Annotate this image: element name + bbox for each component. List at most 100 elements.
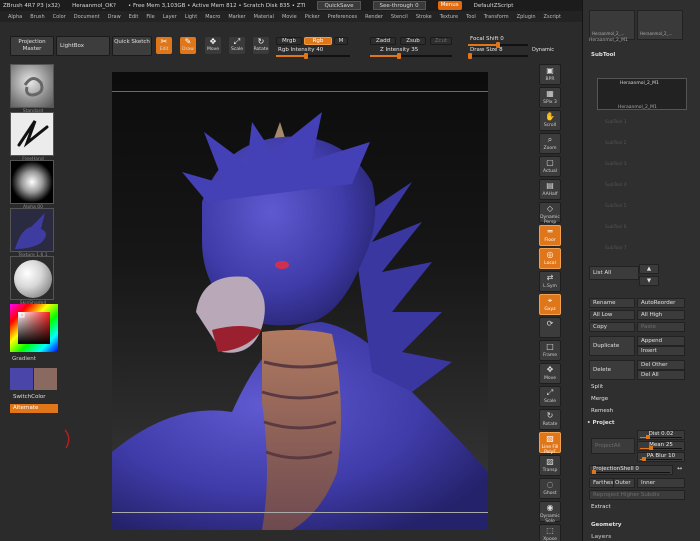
switch-color-button[interactable]: SwitchColor: [10, 393, 58, 402]
spix-button[interactable]: ▦ SPix 3: [539, 87, 561, 108]
draw-size-slider[interactable]: [468, 53, 528, 59]
transp-button[interactable]: ▨ Transp: [539, 455, 561, 476]
zoom-button[interactable]: ⌕ Zoom: [539, 133, 561, 154]
alternate-toggle[interactable]: Alternate: [10, 404, 58, 413]
rotate2-button[interactable]: ↻ Rotate: [539, 409, 561, 430]
merge-menu[interactable]: Merge: [591, 396, 608, 402]
menu-file[interactable]: File: [146, 14, 154, 20]
autoreorder-button[interactable]: AutoReorder: [637, 298, 685, 308]
menu-texture[interactable]: Texture: [440, 14, 458, 20]
texture-selector[interactable]: [10, 208, 54, 252]
rotate-button[interactable]: ⟳: [539, 317, 561, 338]
dist-slider[interactable]: Dist 0.02: [637, 430, 685, 440]
menu-preferences[interactable]: Preferences: [328, 14, 357, 20]
local-button[interactable]: ◎ Local: [539, 248, 561, 269]
menu-stencil[interactable]: Stencil: [391, 14, 408, 20]
list-all-button[interactable]: List All: [589, 266, 639, 280]
del-other-button[interactable]: Del Other: [637, 360, 685, 370]
zcut-toggle[interactable]: Zcut: [430, 37, 452, 45]
menu-document[interactable]: Document: [74, 14, 100, 20]
menu-picker[interactable]: Picker: [305, 14, 320, 20]
layers-menu[interactable]: Layers: [591, 534, 611, 540]
menu-edit[interactable]: Edit: [129, 14, 139, 20]
linefill-button[interactable]: ▧ Line Fill PolyF: [539, 432, 561, 455]
mrgb-toggle[interactable]: Mrgb: [276, 37, 302, 45]
xyz-button[interactable]: ⌖ Gxyz: [539, 294, 561, 315]
lsym-button[interactable]: ⇄ L.Sym: [539, 271, 561, 292]
insert-button[interactable]: Insert: [637, 346, 685, 356]
menu-render[interactable]: Render: [365, 14, 383, 20]
document-canvas[interactable]: [112, 72, 488, 530]
alpha-selector[interactable]: [10, 160, 54, 204]
focal-shift-slider[interactable]: [468, 42, 528, 48]
actual-button[interactable]: ▢ Actual: [539, 156, 561, 177]
xpose-button[interactable]: ⬚ Xpose: [539, 524, 561, 541]
solo-button[interactable]: ◉ Dynamic Solo: [539, 501, 561, 524]
menu-zplugin[interactable]: Zplugin: [517, 14, 536, 20]
menu-alpha[interactable]: Alpha: [8, 14, 22, 20]
subtool-slot[interactable]: SubTool 6: [599, 217, 685, 239]
scale-button[interactable]: ⤢ Scale: [229, 37, 245, 54]
gradient-label[interactable]: Gradient: [12, 356, 62, 362]
see-through-slider[interactable]: See-through 0: [372, 1, 426, 10]
subtool-slot[interactable]: SubTool 4: [599, 175, 685, 197]
frame-button[interactable]: □ Frame: [539, 340, 561, 361]
projection-master-button[interactable]: Projection Master: [10, 36, 54, 56]
menu-color[interactable]: Color: [53, 14, 66, 20]
menu-movie[interactable]: Movie: [282, 14, 297, 20]
floor-button[interactable]: ═ Floor: [539, 225, 561, 246]
move-up-button[interactable]: ▲: [639, 264, 659, 274]
quick-sketch-button[interactable]: Quick Sketch: [112, 36, 152, 56]
mean-knob[interactable]: [648, 446, 653, 450]
projection-shell-knob[interactable]: [592, 470, 596, 474]
duplicate-button[interactable]: Duplicate: [589, 336, 635, 356]
menu-draw[interactable]: Draw: [108, 14, 121, 20]
remesh-menu[interactable]: Remesh: [591, 408, 613, 414]
stroke-selector[interactable]: [10, 112, 54, 156]
lightbox-button[interactable]: LightBox: [56, 36, 110, 56]
subtool-slot[interactable]: SubTool 1: [599, 112, 685, 134]
menu-layer[interactable]: Layer: [163, 14, 177, 20]
append-button[interactable]: Append: [637, 336, 685, 346]
outer-toggle[interactable]: Outer: [613, 478, 635, 488]
scroll-button[interactable]: ✋ Scroll: [539, 110, 561, 131]
dynamic-toggle[interactable]: Dynamic: [532, 47, 554, 53]
menu-marker[interactable]: Marker: [228, 14, 245, 20]
m-toggle[interactable]: M: [334, 37, 348, 45]
reproject-higher-subdiv-button[interactable]: Reproject Higher Subdiv: [589, 490, 685, 500]
rgb-intensity-knob[interactable]: [303, 53, 308, 59]
menu-light[interactable]: Light: [185, 14, 197, 20]
pa-blur-knob[interactable]: [642, 457, 647, 461]
scale-button[interactable]: ⤢ Scale: [539, 386, 561, 407]
color-picker[interactable]: [10, 304, 58, 352]
extract-menu[interactable]: Extract: [591, 504, 611, 510]
tool-thumb-2[interactable]: Heraanmol_2_...: [637, 10, 683, 40]
menu-material[interactable]: Material: [254, 14, 274, 20]
ghost-button[interactable]: ◌ Ghost: [539, 478, 561, 499]
tool-thumb-1[interactable]: Heraanmol_2_...: [589, 10, 635, 40]
z-intensity-slider[interactable]: [370, 53, 452, 59]
bpr-button[interactable]: ▣ BPR: [539, 64, 561, 85]
move-button[interactable]: ✥ Move: [539, 363, 561, 384]
menu-brush[interactable]: Brush: [30, 14, 44, 20]
subtool-slot[interactable]: SubTool 7: [599, 238, 685, 260]
draw-button[interactable]: ✎ Draw: [180, 37, 196, 54]
project-menu[interactable]: • Project: [587, 420, 614, 426]
subtool-slot[interactable]: SubTool 3: [599, 154, 685, 176]
main-color-swatch[interactable]: [10, 368, 33, 390]
paste-button[interactable]: Paste: [637, 322, 685, 332]
draw-size-knob[interactable]: [468, 53, 472, 59]
projection-shell-slider[interactable]: ProjectionShell 0: [589, 465, 673, 475]
project-all-button[interactable]: ProjectAll: [591, 438, 635, 454]
subtool-slot[interactable]: SubTool 2: [599, 133, 685, 155]
dist-knob[interactable]: [646, 435, 651, 439]
copy-button[interactable]: Copy: [589, 322, 635, 332]
rgb-toggle[interactable]: Rgb: [304, 37, 332, 45]
aahalf-button[interactable]: ▤ AAHalf: [539, 179, 561, 200]
inner-toggle[interactable]: Inner: [637, 478, 685, 488]
quicksave-button[interactable]: QuickSave: [317, 1, 361, 10]
zadd-toggle[interactable]: Zadd: [370, 37, 396, 45]
subtool-header[interactable]: SubTool: [591, 52, 615, 58]
geometry-menu[interactable]: Geometry: [591, 522, 621, 528]
edit-button[interactable]: ✂ Edit: [156, 37, 172, 54]
